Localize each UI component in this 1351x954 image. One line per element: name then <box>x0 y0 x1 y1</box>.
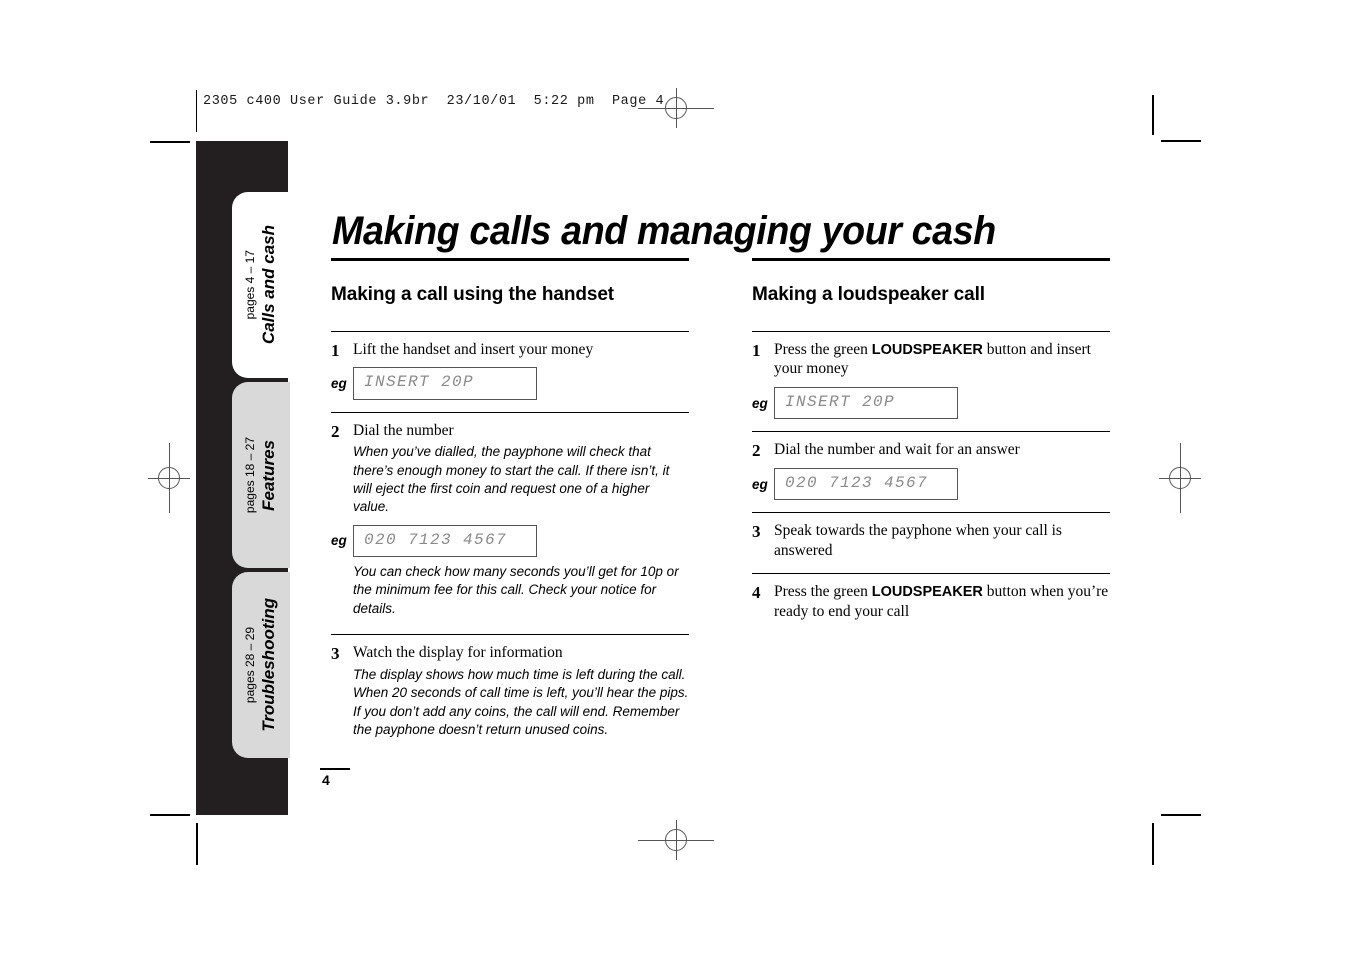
step-text-emphasis: LOUDSPEAKER <box>871 341 983 358</box>
step-note: The display shows how much time is left … <box>353 666 689 737</box>
crop-mark-bottom-right-horizontal <box>1161 814 1201 816</box>
step-item: 2 Dial the number and wait for an answer… <box>752 432 1110 512</box>
sidebar-tab-pages: pages 18 – 27 <box>243 436 257 514</box>
section-heading: Making a loudspeaker call <box>752 283 985 305</box>
registration-ring <box>1169 467 1191 489</box>
step-text: Lift the handset and insert your money <box>353 340 594 358</box>
section-heading: Making a call using the handset <box>331 283 615 305</box>
step-item: 4 Press the green LOUDSPEAKER button whe… <box>752 574 1110 628</box>
step-item: 1 Lift the handset and insert your money… <box>331 332 689 412</box>
display-example: eg INSERT 20P <box>752 387 1110 420</box>
crop-mark-top-right-horizontal <box>1161 140 1201 142</box>
step-body: Dial the number and wait for an answer e… <box>752 440 1110 506</box>
crop-mark-top-left-vertical <box>196 90 197 132</box>
step-item: 3 Speak towards the payphone when your c… <box>752 513 1110 573</box>
sidebar-tab-pages: pages 28 – 29 <box>243 626 257 704</box>
page-title: Making calls and managing your cash <box>332 208 996 253</box>
sidebar-tab-calls-and-cash[interactable]: Calls and cash pages 4 – 17 <box>232 192 290 378</box>
crop-mark-bottom-left-horizontal <box>150 814 190 816</box>
step-body: Dial the number When you’ve dialled, the… <box>331 421 689 619</box>
step-text: Dial the number and wait for an answer <box>774 441 1020 459</box>
folio-rule <box>320 768 350 770</box>
lcd-display: INSERT 20P <box>353 367 537 400</box>
sidebar-tab-pages: pages 4 – 17 <box>243 250 257 320</box>
display-example: eg 020 7123 4567 <box>752 468 1110 501</box>
lcd-display: 020 7123 4567 <box>353 524 537 557</box>
registration-ring <box>158 467 180 489</box>
step-number: 3 <box>752 522 761 542</box>
step-number: 1 <box>752 340 761 360</box>
display-example: eg INSERT 20P <box>331 367 689 400</box>
step-text-before: Press the green <box>774 340 872 358</box>
example-label: eg <box>752 476 768 492</box>
section-making-a-call-using-the-handset: Making a call using the handset 1 Lift t… <box>331 258 689 745</box>
step-item: 2 Dial the number When you’ve dialled, t… <box>331 413 689 625</box>
registration-mark-left <box>148 443 190 513</box>
step-number: 2 <box>752 441 761 461</box>
step-text: Speak towards the payphone when your cal… <box>774 522 1062 560</box>
step-text-emphasis: LOUDSPEAKER <box>871 584 983 601</box>
step-number: 3 <box>331 644 340 664</box>
section-making-a-loudspeaker-call: Making a loudspeaker call 1 Press the gr… <box>752 258 1110 628</box>
registration-ring <box>665 829 687 851</box>
step-text: Watch the display for information <box>353 644 563 662</box>
step-number: 4 <box>752 583 761 603</box>
step-body: Press the green LOUDSPEAKER button when … <box>774 582 1110 622</box>
section-rule-top <box>331 258 689 261</box>
sidebar-tab-label: Troubleshooting <box>259 598 278 732</box>
step-note-before: When you’ve dialled, the payphone will c… <box>353 444 670 515</box>
section-rule-top <box>752 258 1110 261</box>
step-text: Press the green LOUDSPEAKER button when … <box>774 582 1110 622</box>
step-body: Speak towards the payphone when your cal… <box>774 521 1110 561</box>
step-text: Press the green LOUDSPEAKER button and i… <box>774 340 1110 380</box>
registration-mark-right <box>1159 443 1201 513</box>
step-note-after: You can check how many seconds you’ll ge… <box>353 564 679 616</box>
crop-mark-bottom-right-vertical <box>1152 823 1154 865</box>
example-label: eg <box>331 375 347 391</box>
step-number: 2 <box>331 421 340 441</box>
step-body: Press the green LOUDSPEAKER button and i… <box>752 340 1110 426</box>
sidebar-tab-troubleshooting[interactable]: Troubleshooting pages 28 – 29 <box>232 572 290 758</box>
step-body: Watch the display for information The di… <box>353 643 689 739</box>
crop-mark-top-left-horizontal <box>150 141 190 143</box>
registration-ring <box>665 97 687 119</box>
example-label: eg <box>331 533 347 549</box>
crop-mark-bottom-left-vertical <box>196 823 198 865</box>
step-number: 1 <box>331 340 340 360</box>
step-text-before: Press the green <box>774 583 872 601</box>
registration-mark-bottom <box>638 820 714 860</box>
lcd-display: INSERT 20P <box>774 387 958 420</box>
example-label: eg <box>752 395 768 411</box>
step-text: Dial the number <box>353 421 454 439</box>
display-example: eg 020 7123 4567 <box>331 524 689 557</box>
sidebar-tab-features[interactable]: Features pages 18 – 27 <box>232 382 290 568</box>
lcd-display: 020 7123 4567 <box>774 468 958 501</box>
sidebar-tab-label: Features <box>259 439 278 511</box>
crop-mark-top-right-vertical <box>1152 95 1154 135</box>
sidebar-tab-label: Calls and cash <box>259 225 278 345</box>
page-number: 4 <box>322 772 330 788</box>
step-item: 3 Watch the display for information The … <box>331 635 689 745</box>
prepress-slug-line: 2305 c400 User Guide 3.9br 23/10/01 5:22… <box>203 94 665 109</box>
step-body: Lift the handset and insert your money e… <box>331 340 689 406</box>
step-item: 1 Press the green LOUDSPEAKER button and… <box>752 332 1110 432</box>
